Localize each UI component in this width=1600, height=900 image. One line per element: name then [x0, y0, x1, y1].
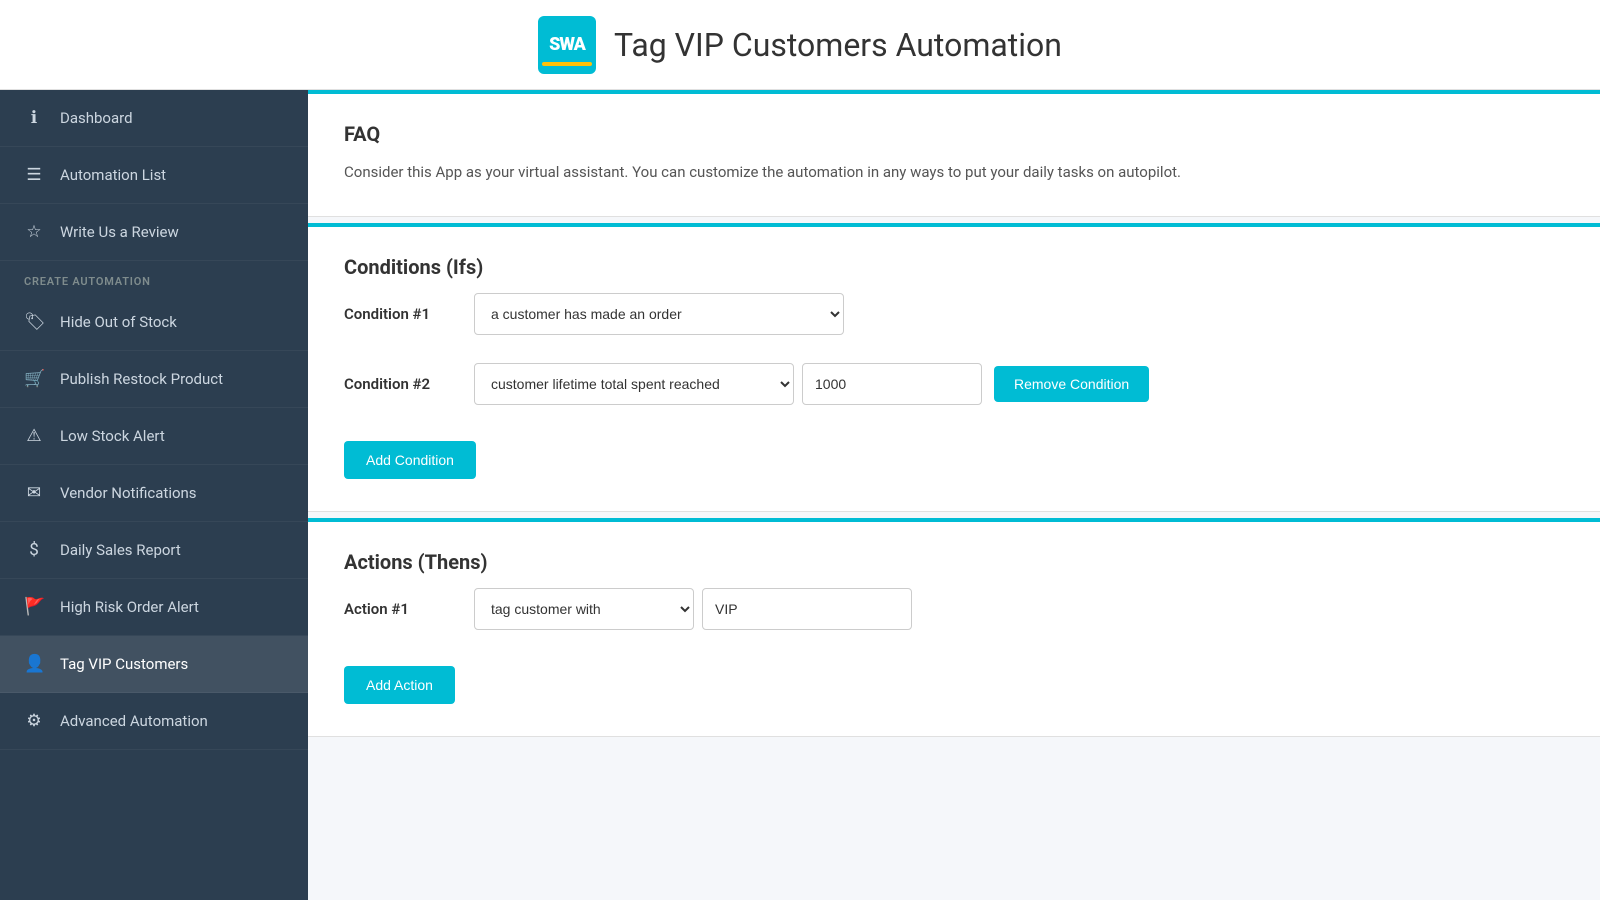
- app-logo: SWA: [538, 16, 596, 74]
- sidebar-item-tag-vip[interactable]: 👤 Tag VIP Customers: [0, 636, 308, 693]
- sidebar-item-automation-list[interactable]: ☰ Automation List: [0, 147, 308, 204]
- action-1-label: Action #1: [344, 600, 474, 618]
- faq-card: FAQ Consider this App as your virtual as…: [308, 90, 1600, 217]
- sidebar-item-label: Low Stock Alert: [60, 427, 165, 445]
- user-icon: 👤: [24, 654, 44, 674]
- sidebar-item-label: Tag VIP Customers: [60, 655, 188, 673]
- main-content: FAQ Consider this App as your virtual as…: [308, 90, 1600, 900]
- info-icon: ℹ: [24, 108, 44, 128]
- sidebar-item-hide-out-of-stock[interactable]: 🏷 Hide Out of Stock: [0, 294, 308, 351]
- flag-icon: 🚩: [24, 597, 44, 617]
- actions-card: Actions (Thens) Action #1 tag customer w…: [308, 518, 1600, 737]
- sidebar-item-publish-restock[interactable]: 🛒 Publish Restock Product: [0, 351, 308, 408]
- sidebar: ℹ Dashboard ☰ Automation List ☆ Write Us…: [0, 90, 308, 900]
- sidebar-item-label: Dashboard: [60, 109, 133, 127]
- logo-bar: [542, 62, 592, 66]
- sidebar-item-daily-sales-report[interactable]: $ Daily Sales Report: [0, 522, 308, 579]
- condition-2-value-input[interactable]: [802, 363, 982, 405]
- logo-text: SWA: [549, 36, 585, 54]
- condition-1-label: Condition #1: [344, 305, 474, 323]
- sidebar-item-high-risk-order[interactable]: 🚩 High Risk Order Alert: [0, 579, 308, 636]
- conditions-title: Conditions (Ifs): [344, 255, 1564, 279]
- conditions-card: Conditions (Ifs) Condition #1 a customer…: [308, 223, 1600, 512]
- mail-icon: ✉: [24, 483, 44, 503]
- condition-1-select[interactable]: a customer has made an order customer li…: [474, 293, 844, 335]
- add-condition-button[interactable]: Add Condition: [344, 441, 476, 479]
- condition-2-label: Condition #2: [344, 375, 474, 393]
- condition-row-1: Condition #1 a customer has made an orde…: [344, 293, 1564, 335]
- sidebar-item-vendor-notifications[interactable]: ✉ Vendor Notifications: [0, 465, 308, 522]
- sidebar-item-label: High Risk Order Alert: [60, 598, 199, 616]
- create-automation-label: CREATE AUTOMATION: [0, 261, 308, 294]
- actions-title: Actions (Thens): [344, 550, 1564, 574]
- dollar-icon: $: [24, 540, 44, 560]
- gear-icon: ⚙: [24, 711, 44, 731]
- sidebar-item-label: Vendor Notifications: [60, 484, 197, 502]
- action-1-value-input[interactable]: [702, 588, 912, 630]
- sidebar-item-label: Write Us a Review: [60, 223, 179, 241]
- sidebar-item-advanced-automation[interactable]: ⚙ Advanced Automation: [0, 693, 308, 750]
- layout: ℹ Dashboard ☰ Automation List ☆ Write Us…: [0, 90, 1600, 900]
- sidebar-item-label: Automation List: [60, 166, 166, 184]
- sidebar-item-dashboard[interactable]: ℹ Dashboard: [0, 90, 308, 147]
- page-title: Tag VIP Customers Automation: [614, 26, 1062, 64]
- sidebar-item-label: Publish Restock Product: [60, 370, 223, 388]
- cart-icon: 🛒: [24, 369, 44, 389]
- condition-2-select[interactable]: customer lifetime total spent reached a …: [474, 363, 794, 405]
- condition-row-2: Condition #2 customer lifetime total spe…: [344, 363, 1564, 405]
- sidebar-item-label: Hide Out of Stock: [60, 313, 177, 331]
- faq-description: Consider this App as your virtual assist…: [344, 160, 1564, 184]
- sidebar-item-label: Advanced Automation: [60, 712, 208, 730]
- list-icon: ☰: [24, 165, 44, 185]
- action-row-1: Action #1 tag customer with send email a…: [344, 588, 1564, 630]
- remove-condition-button[interactable]: Remove Condition: [994, 366, 1149, 402]
- tag-icon: 🏷: [24, 312, 44, 332]
- header: SWA Tag VIP Customers Automation: [0, 0, 1600, 90]
- add-action-button[interactable]: Add Action: [344, 666, 455, 704]
- warning-icon: ⚠: [24, 426, 44, 446]
- star-icon: ☆: [24, 222, 44, 242]
- sidebar-item-label: Daily Sales Report: [60, 541, 181, 559]
- sidebar-item-low-stock-alert[interactable]: ⚠ Low Stock Alert: [0, 408, 308, 465]
- sidebar-item-write-review[interactable]: ☆ Write Us a Review: [0, 204, 308, 261]
- faq-title: FAQ: [344, 122, 1564, 146]
- action-1-select[interactable]: tag customer with send email add discoun…: [474, 588, 694, 630]
